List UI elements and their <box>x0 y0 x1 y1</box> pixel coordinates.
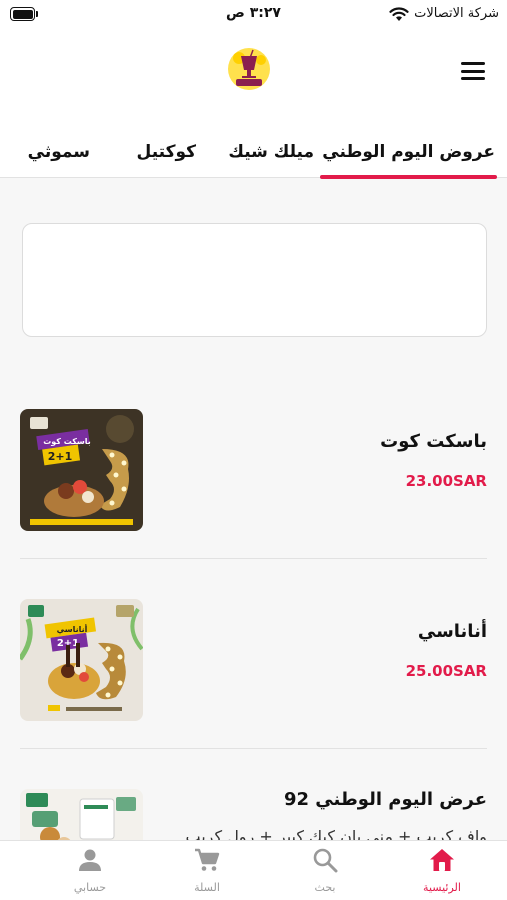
product-card[interactable]: أناناسي 2+1 أناناسي 25.00SAR <box>0 599 507 759</box>
wifi-icon <box>389 7 409 21</box>
nav-account[interactable]: حسابي <box>45 847 135 894</box>
product-name: عرض اليوم الوطني 92 <box>283 789 487 810</box>
home-icon <box>430 849 454 871</box>
nav-home[interactable]: الرئيسية <box>397 847 487 894</box>
product-name: باسكت كوت <box>380 431 487 452</box>
carrier-name: شركة الاتصالات <box>414 6 499 21</box>
tab-cocktail[interactable]: كوكتيل <box>137 142 196 162</box>
nav-search[interactable]: بحث <box>280 847 370 894</box>
search-icon <box>313 848 338 873</box>
app-header <box>0 30 507 120</box>
nav-cart[interactable]: السلة <box>162 847 252 894</box>
divider <box>20 558 487 559</box>
tab-milkshake[interactable]: ميلك شيك <box>228 142 314 162</box>
product-price: 23.00SAR <box>405 472 487 490</box>
tab-national-day-offers[interactable]: عروض اليوم الوطني <box>320 142 497 179</box>
product-price: 25.00SAR <box>405 662 487 680</box>
product-description: واف كريب + مني بان كيك كبير + رول كريب <box>185 827 487 840</box>
status-bar: ٣:٢٧ ص شركة الاتصالات <box>0 0 507 30</box>
nav-label: بحث <box>314 881 336 894</box>
tab-smoothie[interactable]: سموثي <box>28 142 90 162</box>
nav-label: حسابي <box>73 881 107 894</box>
nav-label: الرئيسية <box>423 881 461 894</box>
category-tabs: عروض اليوم الوطني ميلك شيك كوكتيل سموثي <box>0 120 507 179</box>
promo-banner[interactable] <box>22 223 487 337</box>
product-card[interactable]: عرض اليوم الوطني 92 واف كريب + مني بان ك… <box>0 767 507 840</box>
product-badge-text: باسكت كوت <box>43 437 91 446</box>
product-image: باسكت كوت 2+1 <box>20 409 143 531</box>
product-card[interactable]: باسكت كوت 2+1 باسكت كوت 23.00SAR <box>0 409 507 569</box>
user-icon <box>79 849 101 871</box>
hamburger-menu-icon[interactable] <box>461 62 485 80</box>
bottom-navigation: الرئيسية بحث السلة حسابي <box>0 840 507 900</box>
divider <box>20 748 487 749</box>
product-image: أناناسي 2+1 <box>20 599 143 721</box>
cart-icon <box>195 848 220 871</box>
product-offer-text: 2+1 <box>48 450 73 463</box>
product-name: أناناسي <box>417 621 487 642</box>
brand-logo[interactable] <box>226 46 272 92</box>
product-image <box>20 789 143 840</box>
nav-label: السلة <box>194 881 220 894</box>
product-badge-text: أناناسي <box>57 624 88 634</box>
